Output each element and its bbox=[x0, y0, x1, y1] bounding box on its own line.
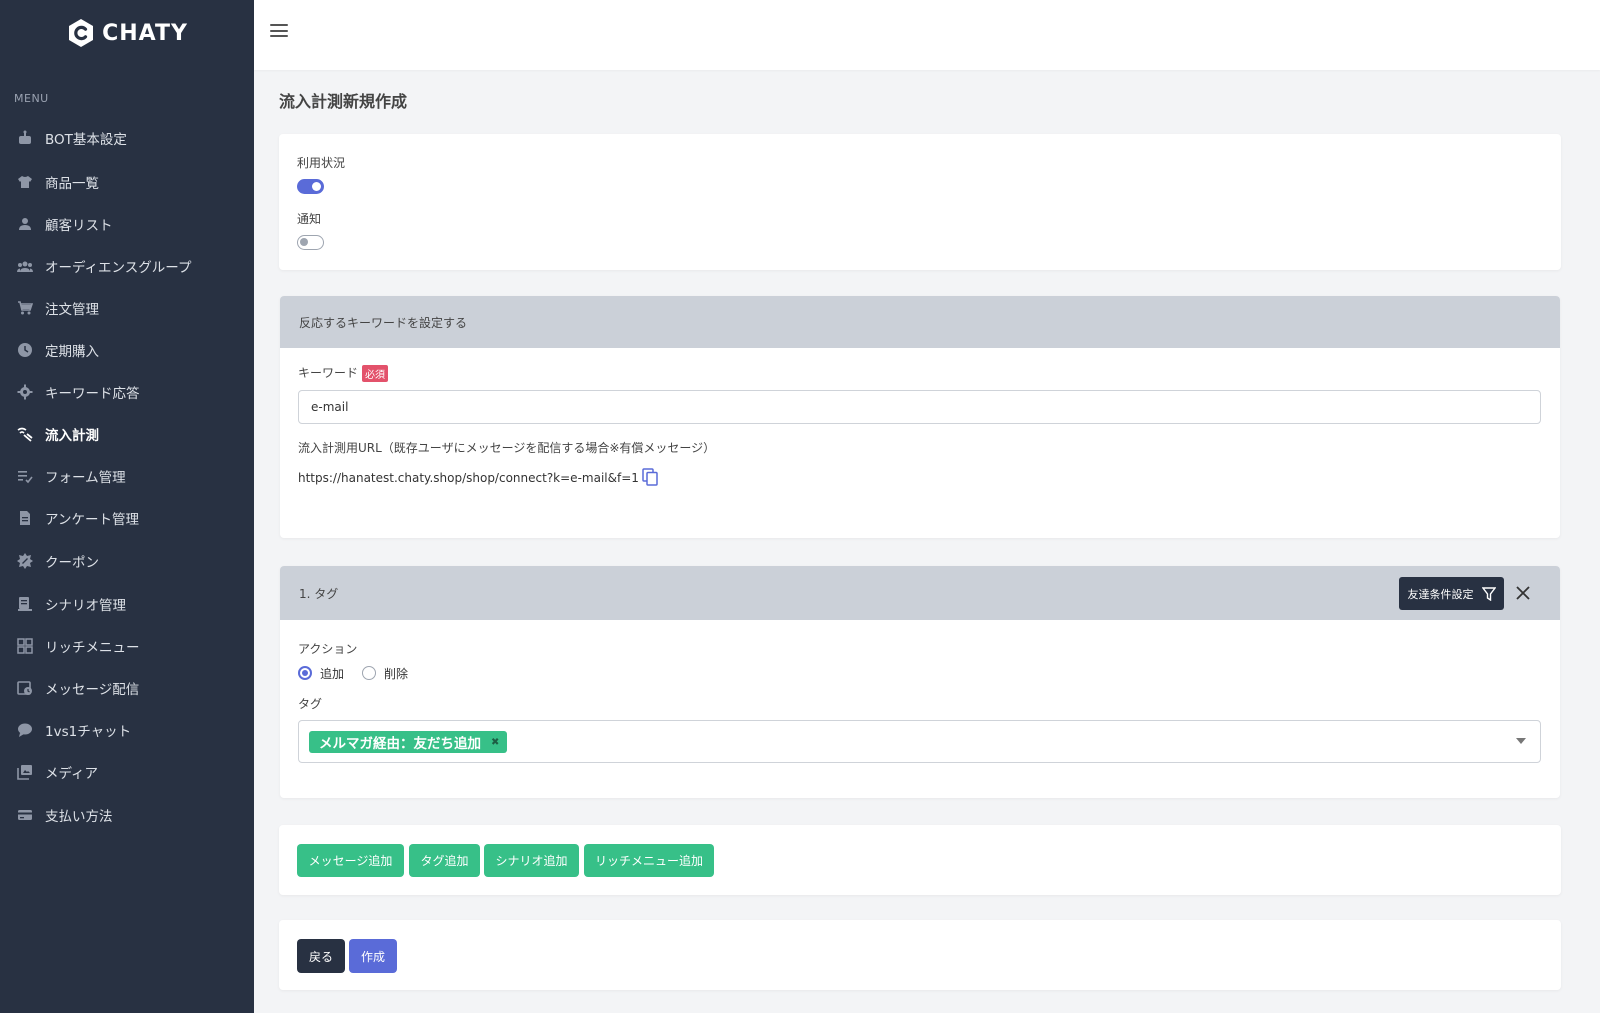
create-button[interactable]: 作成 bbox=[349, 939, 397, 973]
sidebar: CHATY MENU BOT基本設定 商品一覧 顧客リスト オーディエンスグルー… bbox=[0, 0, 254, 1013]
card-icon bbox=[16, 806, 34, 824]
sidebar-item-keyword-response[interactable]: キーワード応答 bbox=[0, 374, 254, 410]
add-tag-button[interactable]: タグ追加 bbox=[409, 844, 480, 877]
sidebar-item-media[interactable]: メディア bbox=[0, 754, 254, 790]
sidebar-item-products[interactable]: 商品一覧 bbox=[0, 164, 254, 200]
footer-actions-card: 戻る 作成 bbox=[279, 920, 1561, 990]
keyword-label: キーワード 必須 bbox=[298, 364, 389, 382]
robot-icon bbox=[16, 129, 34, 147]
friend-condition-button-label: 友達条件設定 bbox=[1407, 587, 1474, 601]
back-button[interactable]: 戻る bbox=[297, 939, 345, 973]
sidebar-item-scenario[interactable]: シナリオ管理 bbox=[0, 586, 254, 622]
sidebar-item-1on1-chat[interactable]: 1vs1チャット bbox=[0, 712, 254, 748]
sidebar-item-label: アンケート管理 bbox=[45, 512, 139, 528]
chaty-logo-icon bbox=[69, 19, 94, 47]
badge-icon bbox=[16, 552, 34, 570]
filter-icon bbox=[1481, 586, 1496, 601]
sidebar-item-label: 注文管理 bbox=[45, 302, 99, 318]
tag-select[interactable]: メルマガ経由：友だち追加 ✖ bbox=[298, 720, 1541, 763]
sidebar-item-label: 流入計測 bbox=[45, 428, 99, 444]
group-icon bbox=[16, 257, 34, 275]
copy-icon[interactable] bbox=[642, 468, 658, 486]
keyword-card-header: 反応するキーワードを設定する bbox=[280, 296, 1560, 348]
friend-condition-button[interactable]: 友達条件設定 bbox=[1399, 577, 1504, 610]
sidebar-item-inflow-measurement[interactable]: 流入計測 bbox=[0, 416, 254, 452]
sidebar-item-bot-settings[interactable]: BOT基本設定 bbox=[0, 120, 254, 156]
action-add-radio[interactable] bbox=[298, 666, 312, 680]
sidebar-item-label: 支払い方法 bbox=[45, 809, 113, 825]
sidebar-item-label: キーワード応答 bbox=[45, 386, 140, 402]
broadcast-icon bbox=[16, 679, 34, 697]
close-icon[interactable] bbox=[1516, 586, 1530, 600]
action-delete-label: 削除 bbox=[384, 667, 409, 681]
tag-label: タグ bbox=[298, 697, 323, 711]
clock-icon bbox=[16, 341, 34, 359]
cart-icon bbox=[16, 299, 34, 317]
sidebar-item-label: クーポン bbox=[45, 555, 99, 571]
notification-label: 通知 bbox=[297, 212, 322, 226]
selected-tag-label: メルマガ経由：友だち追加 bbox=[319, 736, 481, 752]
notification-toggle[interactable] bbox=[297, 235, 324, 250]
inflow-url-label: 流入計測用URL（既存ユーザにメッセージを配信する場合※有償メッセージ） bbox=[298, 441, 716, 455]
action-label: アクション bbox=[298, 642, 358, 656]
sidebar-item-label: メディア bbox=[45, 766, 99, 782]
action-delete-radio[interactable] bbox=[362, 666, 376, 680]
checklist-icon bbox=[16, 467, 34, 485]
add-richmenu-button[interactable]: リッチメニュー追加 bbox=[584, 844, 714, 877]
chevron-down-icon[interactable] bbox=[1516, 738, 1526, 744]
sidebar-item-payment-method[interactable]: 支払い方法 bbox=[0, 797, 254, 833]
shirt-icon bbox=[16, 173, 34, 191]
sidebar-item-audience-group[interactable]: オーディエンスグループ bbox=[0, 248, 254, 284]
add-message-button[interactable]: メッセージ追加 bbox=[297, 844, 404, 877]
sidebar-item-rich-menu[interactable]: リッチメニュー bbox=[0, 628, 254, 664]
usage-status-toggle[interactable] bbox=[297, 179, 324, 194]
signal-icon bbox=[16, 425, 34, 443]
sidebar-item-label: オーディエンスグループ bbox=[45, 260, 192, 276]
sidebar-item-label: メッセージ配信 bbox=[45, 682, 140, 698]
tag-action-card-header: 1. タグ 友達条件設定 bbox=[280, 566, 1560, 620]
status-card: 利用状況 通知 bbox=[279, 134, 1561, 270]
keyword-label-text: キーワード bbox=[298, 366, 359, 380]
page-title: 流入計測新規作成 bbox=[279, 92, 408, 111]
sidebar-item-survey[interactable]: アンケート管理 bbox=[0, 500, 254, 536]
media-icon bbox=[16, 763, 34, 781]
required-badge: 必須 bbox=[362, 365, 389, 382]
sidebar-item-label: 定期購入 bbox=[45, 344, 99, 360]
chat-icon bbox=[16, 721, 34, 739]
remove-tag-icon[interactable]: ✖ bbox=[491, 737, 499, 748]
hamburger-menu-icon[interactable] bbox=[270, 24, 288, 40]
sidebar-item-label: 1vs1チャット bbox=[45, 724, 132, 740]
keyword-card: 反応するキーワードを設定する キーワード必須 流入計測用URL（既存ユーザにメッ… bbox=[280, 296, 1560, 538]
add-actions-card: メッセージ追加 タグ追加 シナリオ追加 リッチメニュー追加 bbox=[279, 825, 1561, 895]
grid-icon bbox=[16, 637, 34, 655]
app-logo[interactable]: CHATY bbox=[0, 0, 254, 66]
sidebar-item-label: BOT基本設定 bbox=[45, 132, 127, 148]
action-add-label: 追加 bbox=[320, 667, 345, 681]
sidebar-item-orders[interactable]: 注文管理 bbox=[0, 290, 254, 326]
tag-action-card: 1. タグ 友達条件設定 アクション 追加 削除 タグ メルマガ経由：友だち追加… bbox=[280, 566, 1560, 798]
app-name: CHATY bbox=[102, 20, 188, 46]
sidebar-item-label: 顧客リスト bbox=[45, 218, 113, 234]
gear-icon bbox=[16, 383, 34, 401]
sidebar-item-message-broadcast[interactable]: メッセージ配信 bbox=[0, 670, 254, 706]
sidebar-item-label: 商品一覧 bbox=[45, 176, 99, 192]
sidebar-item-subscription[interactable]: 定期購入 bbox=[0, 332, 254, 368]
usage-status-label: 利用状況 bbox=[297, 156, 346, 170]
document-icon bbox=[16, 509, 34, 527]
sidebar-item-customers[interactable]: 顧客リスト bbox=[0, 206, 254, 242]
sidebar-item-label: シナリオ管理 bbox=[45, 598, 126, 614]
sidebar-item-coupon[interactable]: クーポン bbox=[0, 543, 254, 579]
inflow-url-text: https://hanatest.chaty.shop/shop/connect… bbox=[298, 471, 639, 485]
add-scenario-button[interactable]: シナリオ追加 bbox=[484, 844, 579, 877]
keyword-input[interactable] bbox=[298, 390, 1541, 424]
person-icon bbox=[16, 215, 34, 233]
sidebar-item-forms[interactable]: フォーム管理 bbox=[0, 458, 254, 494]
topbar bbox=[254, 0, 1600, 70]
selected-tag-chip: メルマガ経由：友だち追加 ✖ bbox=[309, 731, 508, 753]
menu-heading: MENU bbox=[14, 92, 49, 105]
sidebar-item-label: フォーム管理 bbox=[45, 470, 126, 486]
scenario-icon bbox=[16, 595, 34, 613]
tag-action-title: 1. タグ bbox=[299, 586, 339, 601]
sidebar-item-label: リッチメニュー bbox=[45, 640, 140, 656]
